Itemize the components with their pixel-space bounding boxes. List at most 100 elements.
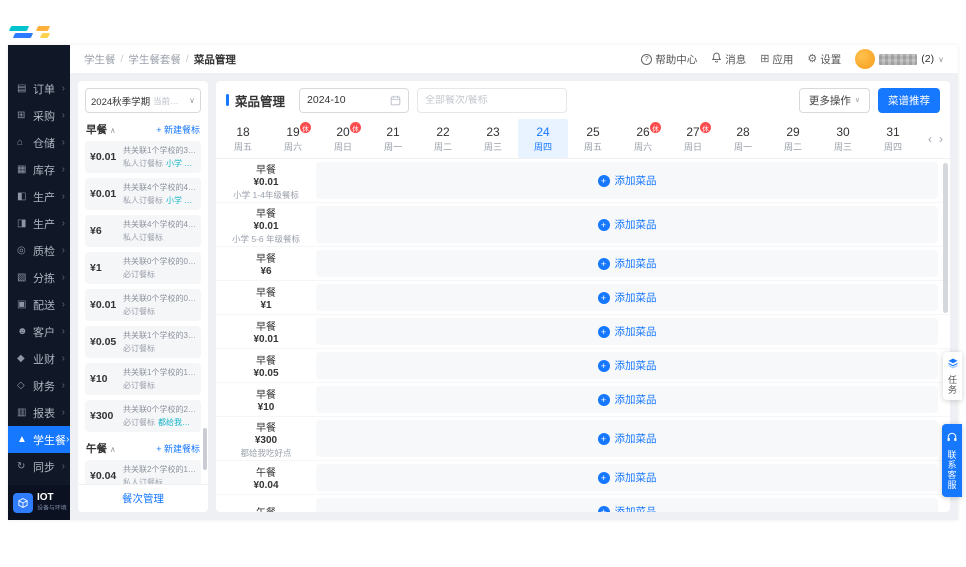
meal-price: ¥0.05 xyxy=(253,368,279,379)
sidebar-item-sorting[interactable]: ▧ 分拣 › xyxy=(8,264,70,291)
add-dish-button[interactable]: + 添加菜品 xyxy=(316,420,938,457)
meal-filter-input[interactable] xyxy=(425,94,560,106)
date-tab-29[interactable]: 29 周二 xyxy=(768,119,818,158)
meal-standard-card[interactable]: ¥0.05 共关联1个学校的3个班级必订餐标 xyxy=(85,326,201,358)
meal-time-manage-button[interactable]: 餐次管理 xyxy=(78,484,208,512)
meal-standard-tag: 必订餐标 xyxy=(123,418,155,427)
semester-select[interactable]: 2024秋季学期 当前学期 ∨ xyxy=(85,88,201,113)
add-dish-button[interactable]: + 添加菜品 xyxy=(316,284,938,311)
meal-note: 小学 5-6 年级餐标 xyxy=(231,233,300,244)
chevron-left-icon[interactable]: ‹ xyxy=(928,132,932,146)
sidebar-item-sync[interactable]: ↻ 同步 › xyxy=(8,453,70,480)
add-dish-button[interactable]: + 添加菜品 xyxy=(316,498,938,512)
header-actions: ? 帮助中心 消息 ⊞ 应用 ⚙ 设置 (2) ∨ xyxy=(641,49,944,69)
breadcrumb-item[interactable]: 菜品管理 xyxy=(194,52,236,67)
sidebar-item-report[interactable]: ▥ 报表 › xyxy=(8,399,70,426)
meal-type: 早餐 xyxy=(256,322,276,333)
sidebar-item-label: 财务 xyxy=(33,380,55,393)
breadcrumb-item[interactable]: 学生餐套餐 xyxy=(128,52,181,67)
avatar xyxy=(855,49,876,69)
settings-button[interactable]: ⚙ 设置 xyxy=(807,52,841,67)
add-dish-button[interactable]: + 添加菜品 xyxy=(316,352,938,379)
meal-standard-card[interactable]: ¥10 共关联1个学校的15个班级必订餐标 xyxy=(85,363,201,395)
messages-button[interactable]: 消息 xyxy=(711,52,746,67)
meal-standard-card[interactable]: ¥0.01 共关联1个学校的3个班级私人订餐标小学 1-4年级餐标 xyxy=(85,141,201,173)
date-tab-28[interactable]: 28 周一 xyxy=(718,119,768,158)
meal-standard-relation: 共关联1个学校的15个班级 xyxy=(123,368,196,377)
meal-standard-relation: 共关联4个学校的4个班级 xyxy=(123,183,196,192)
date-tab-23[interactable]: 23 周三 xyxy=(468,119,518,158)
new-meal-standard-button[interactable]: + 新建餐标 xyxy=(156,442,200,455)
bell-icon xyxy=(711,52,722,66)
date-tab-24[interactable]: 24 周四 xyxy=(518,119,568,158)
meal-standard-tag: 必订餐标 xyxy=(123,307,155,316)
date-tab-22[interactable]: 22 周二 xyxy=(418,119,468,158)
date-tab-18[interactable]: 18 周五 xyxy=(218,119,268,158)
sidebar-item-label: 采购 xyxy=(33,110,55,123)
add-dish-button[interactable]: + 添加菜品 xyxy=(316,250,938,277)
meal-standard-card[interactable]: ¥0.01 共关联0个学校的0个班级必订餐标 xyxy=(85,289,201,321)
add-dish-button[interactable]: + 添加菜品 xyxy=(316,162,938,199)
meal-group-title[interactable]: 早餐 ∧ xyxy=(86,122,116,137)
meal-standard-tag: 小学 5-6 年级餐标 xyxy=(166,196,196,205)
sidebar-item-production[interactable]: ◧ 生产 › xyxy=(8,183,70,210)
meal-group-title[interactable]: 午餐 ∧ xyxy=(86,441,116,456)
meal-standard-info: 共关联0个学校的0个班级必订餐标 xyxy=(123,256,196,280)
date-weekday: 周一 xyxy=(733,141,752,152)
logo-mark-orange xyxy=(35,26,51,31)
meal-standard-card[interactable]: ¥1 共关联0个学校的0个班级必订餐标 xyxy=(85,252,201,284)
meal-standard-tag: 私人订餐标 xyxy=(123,196,163,205)
chevron-right-icon[interactable]: › xyxy=(939,132,943,146)
sidebar-item-quality[interactable]: ◎ 质检 › xyxy=(8,237,70,264)
sidebar-item-order[interactable]: ▤ 订单 › xyxy=(8,75,70,102)
add-dish-button[interactable]: + 添加菜品 xyxy=(316,386,938,413)
add-dish-button[interactable]: + 添加菜品 xyxy=(316,318,938,345)
customer-service-float-button[interactable]: 联系客服 xyxy=(942,424,962,497)
date-tab-31[interactable]: 31 周四 xyxy=(868,119,918,158)
add-dish-button[interactable]: + 添加菜品 xyxy=(316,206,938,243)
sidebar-item-finance[interactable]: ◇ 财务 › xyxy=(8,372,70,399)
sidebar-item-production2[interactable]: ◨ 生产 › xyxy=(8,210,70,237)
sidebar-item-customer[interactable]: ☻ 客户 › xyxy=(8,318,70,345)
sidebar-item-business-finance[interactable]: ◆ 业财 › xyxy=(8,345,70,372)
sidebar-item-purchase[interactable]: ⊞ 采购 › xyxy=(8,102,70,129)
more-actions-button[interactable]: 更多操作 ∨ xyxy=(798,87,870,113)
meal-standard-tags: 必订餐标 xyxy=(123,306,196,317)
apps-button[interactable]: ⊞ 应用 xyxy=(760,52,793,67)
meal-standard-card[interactable]: ¥300 共关联0个学校的2个班级必订餐标都给我吃好点 xyxy=(85,400,201,432)
sidebar-item-inventory[interactable]: ▦ 库存 › xyxy=(8,156,70,183)
recipe-recommend-button[interactable]: 菜谱推荐 xyxy=(878,87,940,113)
sidebar-item-student-meal[interactable]: ▲ 学生餐 › xyxy=(8,426,70,453)
sidebar-item-delivery[interactable]: ▣ 配送 › xyxy=(8,291,70,318)
add-dish-label: 添加菜品 xyxy=(614,360,657,372)
sidebar-item-warehouse[interactable]: ⌂ 仓储 › xyxy=(8,129,70,156)
date-tab-27[interactable]: 休 27 周日 xyxy=(668,119,718,158)
date-number: 30 xyxy=(836,124,850,139)
panel-scrollbar-thumb[interactable] xyxy=(203,428,207,470)
meal-price: ¥1 xyxy=(260,300,272,311)
main-scrollbar-thumb[interactable] xyxy=(943,163,948,313)
date-tab-25[interactable]: 25 周五 xyxy=(568,119,618,158)
date-tab-26[interactable]: 休 26 周六 xyxy=(618,119,668,158)
date-tab-21[interactable]: 21 周一 xyxy=(368,119,418,158)
meal-standard-card[interactable]: ¥0.04 共关联2个学校的12个班级私人订餐标 xyxy=(85,460,201,484)
date-tab-19[interactable]: 休 19 周六 xyxy=(268,119,318,158)
meal-type: 早餐 xyxy=(256,356,276,367)
meal-standard-card[interactable]: ¥6 共关联4个学校的4个班级私人订餐标 xyxy=(85,215,201,247)
task-float-button[interactable]: 任务 xyxy=(943,352,962,400)
meal-group-header: 早餐 ∧ + 新建餐标 xyxy=(78,118,208,141)
user-menu[interactable]: (2) ∨ xyxy=(855,49,944,69)
month-picker[interactable]: 2024-10 xyxy=(299,87,410,113)
breadcrumb-item[interactable]: 学生餐 xyxy=(84,52,116,67)
date-weekday: 周日 xyxy=(333,141,352,152)
new-meal-standard-button[interactable]: + 新建餐标 xyxy=(156,123,200,136)
date-number: 19 xyxy=(286,124,300,139)
meal-standard-card[interactable]: ¥0.01 共关联4个学校的4个班级私人订餐标小学 5-6 年级餐标 xyxy=(85,178,201,210)
date-tab-30[interactable]: 30 周三 xyxy=(818,119,868,158)
dish-toolbar: 菜品管理 2024-10 更多操作 ∨ 菜谱推荐 xyxy=(216,81,950,119)
date-tab-20[interactable]: 休 20 周日 xyxy=(318,119,368,158)
help-center-button[interactable]: ? 帮助中心 xyxy=(641,52,697,67)
meal-standard-price: ¥6 xyxy=(90,225,102,237)
add-dish-button[interactable]: + 添加菜品 xyxy=(316,464,938,491)
sidebar-item-label: 库存 xyxy=(33,164,55,177)
